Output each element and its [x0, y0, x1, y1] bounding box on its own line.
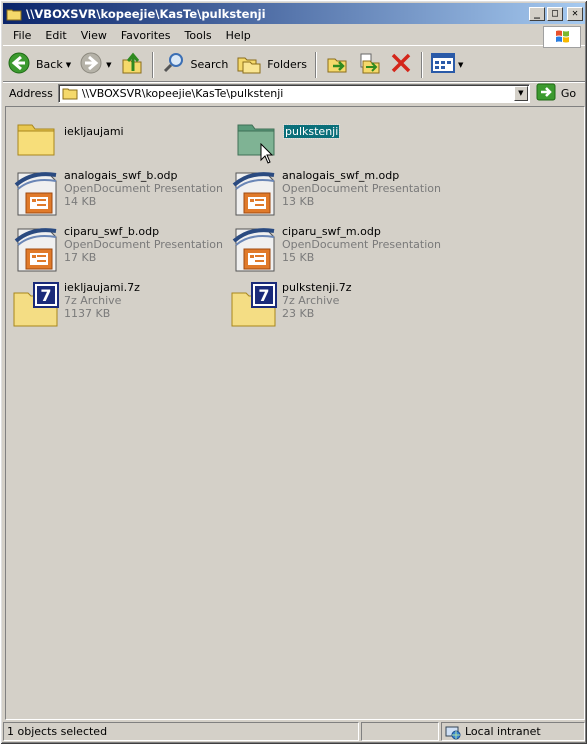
minimize-button[interactable]: _: [529, 6, 545, 21]
svg-text:7: 7: [258, 286, 269, 305]
status-empty-panel: [361, 722, 439, 741]
forward-button[interactable]: ▼: [75, 50, 115, 80]
file-size: 14 KB: [64, 195, 97, 208]
toolbar: Back ▼ ▼ Search Folders ▼: [3, 48, 585, 82]
forward-dropdown-icon[interactable]: ▼: [106, 61, 111, 69]
forward-arrow-icon: [79, 51, 103, 78]
status-zone-label: Local intranet: [465, 725, 541, 738]
file-name: ciparu_swf_b.odp: [64, 225, 160, 238]
go-arrow-icon: [536, 83, 556, 104]
status-zone: Local intranet: [441, 722, 585, 741]
file-name: ciparu_swf_m.odp: [282, 225, 381, 238]
address-label: Address: [9, 86, 53, 100]
close-button[interactable]: ✕: [567, 6, 583, 21]
file-type: 7z Archive: [64, 294, 122, 307]
status-bar: 1 objects selected Local intranet: [3, 722, 585, 742]
move-to-folder-icon: [325, 51, 349, 78]
globe-icon: [445, 724, 461, 740]
search-icon: [162, 51, 186, 78]
menu-favorites[interactable]: Favorites: [114, 26, 178, 46]
back-arrow-icon: [7, 51, 31, 78]
file-list-view[interactable]: iekljaujami pulkstenji analogais_swf_b.o…: [5, 106, 585, 720]
toolbar-separator: [151, 51, 154, 78]
file-item[interactable]: ciparu_swf_b.odp OpenDocument Presentati…: [12, 225, 223, 273]
file-size: 23 KB: [282, 307, 315, 320]
maximize-button[interactable]: □: [547, 6, 563, 21]
views-dropdown-icon[interactable]: ▼: [458, 61, 463, 69]
explorer-window: \\VBOXSVR\kopeejie\KasTe\pulkstenji _ □ …: [0, 0, 588, 745]
search-label: Search: [190, 58, 229, 71]
file-type: OpenDocument Presentation: [64, 238, 223, 251]
delete-button[interactable]: [385, 50, 417, 80]
file-item[interactable]: iekljaujami: [12, 115, 124, 163]
file-type: OpenDocument Presentation: [282, 238, 441, 251]
address-input[interactable]: \\VBOXSVR\kopeejie\KasTe\pulkstenji ▼: [57, 83, 530, 103]
file-item[interactable]: ciparu_swf_m.odp OpenDocument Presentati…: [230, 225, 441, 273]
address-bar: Address \\VBOXSVR\kopeejie\KasTe\pulkste…: [3, 83, 585, 103]
file-item[interactable]: 7 pulkstenji.7z 7z Archive 23 KB: [230, 281, 352, 329]
file-item[interactable]: analogais_swf_m.odp OpenDocument Present…: [230, 169, 441, 217]
folder-icon: [12, 115, 60, 163]
file-size: 17 KB: [64, 251, 97, 264]
go-button[interactable]: Go: [536, 83, 576, 104]
file-type: OpenDocument Presentation: [282, 182, 441, 195]
file-name: analogais_swf_m.odp: [282, 169, 400, 182]
copy-to-button[interactable]: [353, 50, 385, 80]
menu-tools[interactable]: Tools: [178, 26, 219, 46]
views-button[interactable]: ▼: [427, 50, 467, 80]
menu-file[interactable]: File: [3, 26, 38, 46]
presentation-file-icon: [230, 225, 278, 273]
window-title: \\VBOXSVR\kopeejie\KasTe\pulkstenji: [26, 6, 266, 21]
file-size: 1137 KB: [64, 307, 111, 320]
copy-to-folder-icon: [357, 51, 381, 78]
address-dropdown-icon[interactable]: ▼: [513, 85, 528, 101]
folder-icon: [62, 86, 78, 100]
file-item[interactable]: analogais_swf_b.odp OpenDocument Present…: [12, 169, 223, 217]
folders-icon: [236, 51, 262, 78]
folders-label: Folders: [267, 58, 308, 71]
menu-edit[interactable]: Edit: [38, 26, 73, 46]
svg-text:7: 7: [40, 286, 51, 305]
up-folder-icon: [120, 51, 144, 78]
presentation-file-icon: [230, 169, 278, 217]
address-value: \\VBOXSVR\kopeejie\KasTe\pulkstenji: [81, 86, 284, 100]
menu-help[interactable]: Help: [219, 26, 258, 46]
file-size: 15 KB: [282, 251, 315, 264]
title-bar[interactable]: \\VBOXSVR\kopeejie\KasTe\pulkstenji _ □ …: [3, 3, 585, 24]
file-name: iekljaujami.7z: [64, 281, 140, 294]
archive-7z-icon: 7: [230, 281, 278, 329]
go-label: Go: [560, 86, 577, 100]
file-name: pulkstenji: [282, 124, 341, 139]
file-name: analogais_swf_b.odp: [64, 169, 178, 182]
file-name: iekljaujami: [64, 125, 124, 138]
file-item-selected[interactable]: pulkstenji: [232, 115, 341, 164]
file-size: 13 KB: [282, 195, 315, 208]
status-selection: 1 objects selected: [3, 722, 359, 741]
back-button[interactable]: Back ▼: [3, 50, 75, 80]
windows-logo-icon: [543, 26, 581, 48]
move-to-button[interactable]: [321, 50, 353, 80]
file-type: 7z Archive: [282, 294, 340, 307]
folder-icon: [6, 7, 22, 21]
back-label: Back: [36, 58, 63, 71]
file-item[interactable]: 7 iekljaujami.7z 7z Archive 1137 KB: [12, 281, 140, 329]
toolbar-separator: [315, 51, 318, 78]
menu-view[interactable]: View: [74, 26, 114, 46]
back-dropdown-icon[interactable]: ▼: [66, 61, 71, 69]
menu-bar: File Edit View Favorites Tools Help: [3, 26, 585, 48]
file-type: OpenDocument Presentation: [64, 182, 223, 195]
presentation-file-icon: [12, 169, 60, 217]
archive-7z-icon: 7: [12, 281, 60, 329]
presentation-file-icon: [12, 225, 60, 273]
up-folder-button[interactable]: [116, 50, 148, 80]
folders-button[interactable]: Folders: [232, 50, 311, 80]
toolbar-separator: [421, 51, 424, 78]
delete-x-icon: [389, 51, 413, 78]
mouse-cursor-icon: [260, 142, 274, 168]
file-name: pulkstenji.7z: [282, 281, 352, 294]
views-icon: [431, 52, 456, 77]
search-button[interactable]: Search: [158, 50, 233, 80]
